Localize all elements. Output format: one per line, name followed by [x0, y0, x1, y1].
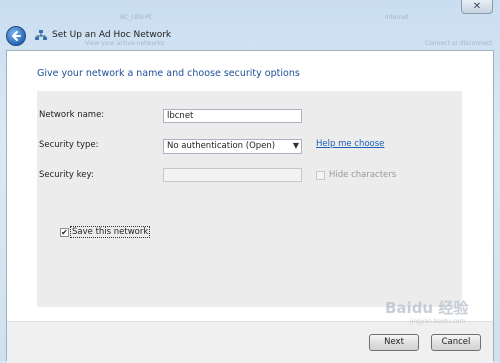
hide-characters-checkbox[interactable]	[316, 171, 325, 180]
background-text: BC_LBN-PC	[120, 14, 154, 21]
network-wizard-icon	[35, 30, 47, 40]
baidu-watermark: Baidu 经验	[385, 299, 469, 317]
save-network-label: Save this network	[72, 227, 149, 237]
back-arrow-icon	[12, 31, 21, 41]
background-text: Internet	[385, 14, 409, 21]
security-key-label: Security key:	[39, 170, 94, 180]
back-button[interactable]	[6, 26, 26, 46]
options-panel: Network name: Security type: No authenti…	[37, 91, 462, 307]
network-name-input[interactable]	[163, 109, 302, 123]
save-network-checkbox[interactable]: ✔	[60, 228, 69, 237]
save-network-focus: Save this network	[70, 226, 151, 238]
security-key-input[interactable]	[163, 168, 302, 182]
security-type-value: No authentication (Open)	[167, 141, 276, 151]
window-title: Set Up an Ad Hoc Network	[52, 30, 172, 40]
baidu-watermark-url: jingyan.baidu.com	[410, 318, 466, 325]
network-name-label: Network name:	[39, 110, 105, 120]
help-me-choose-link[interactable]: Help me choose	[316, 139, 384, 149]
window-frame: BC_LBN-PC Internet View your active netw…	[0, 0, 500, 363]
cancel-button[interactable]: Cancel	[431, 334, 481, 351]
wizard-footer: Next Cancel	[7, 321, 493, 363]
security-type-select[interactable]: No authentication (Open) ▼	[163, 139, 302, 154]
next-button[interactable]: Next	[369, 334, 419, 351]
background-text: View your active networks	[85, 40, 165, 47]
close-button[interactable]: ✕	[461, 0, 493, 14]
page-heading: Give your network a name and choose secu…	[37, 68, 300, 79]
hide-characters-label: Hide characters	[329, 170, 397, 180]
security-type-label: Security type:	[39, 140, 99, 150]
background-text: Connect or disconnect	[425, 40, 493, 47]
chevron-down-icon: ▼	[292, 141, 299, 150]
